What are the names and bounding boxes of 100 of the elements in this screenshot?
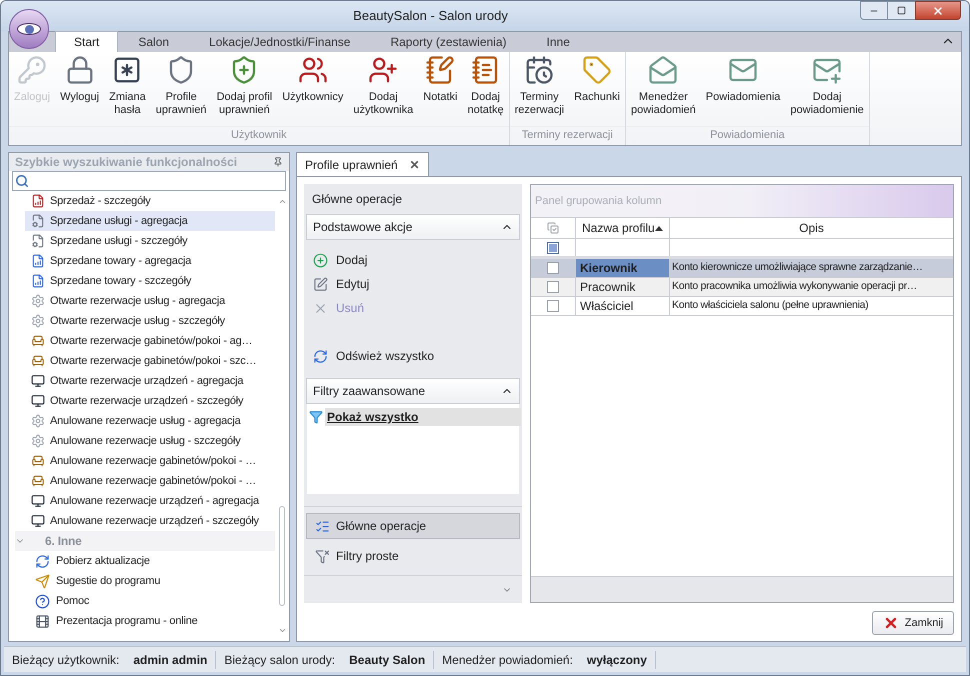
ribbon-tab[interactable]: Inne [526,31,590,52]
tree-item[interactable]: Otwarte rezerwacje gabinetów/pokoi - ag… [25,331,275,351]
ribbon-group-label: Terminy rezerwacji [510,126,625,145]
action-link[interactable]: Edytuj [304,272,522,296]
ribbon-button[interactable]: Dodaj powiadomienie [785,55,869,126]
tree-item[interactable]: Sprzedane usługi - szczegóły [25,231,275,251]
scroll-up-icon[interactable] [278,197,286,206]
ribbon-button[interactable]: Użytkownicy [277,55,348,126]
tree-item[interactable]: Pobierz aktualizacje [25,551,275,571]
ribbon-button[interactable]: Wyloguj [55,55,104,126]
tree-item[interactable]: Otwarte rezerwacje urządzeń - szczegóły [25,391,275,411]
armchair-icon [31,454,45,468]
padlock-icon [64,55,95,85]
scroll-down-icon[interactable] [278,626,286,635]
close-tab-icon[interactable]: ✕ [410,156,420,174]
gear-icon [31,434,45,448]
close-dialog-button[interactable]: Zamknij [872,611,954,635]
action-link[interactable]: Odśwież wszystko [304,344,522,368]
column-header[interactable]: Nazwa profilu [576,218,670,238]
tree-item[interactable]: Sprzedane towary - agregacja [25,251,275,271]
tree-item[interactable]: Sprzedane usługi - agregacja [25,211,275,231]
status-label: Bieżący salon urody: [224,652,336,668]
table-cell: Kierownik [576,259,670,277]
ribbon-button[interactable]: Notatki [418,55,462,126]
panel-title: Szybkie wyszukiwanie funkcjonalności [15,154,238,171]
ribbon-button[interactable]: Menedżer powiadomień [626,55,701,126]
tree-item[interactable]: Anulowane rezerwacje gabinetów/pokoi - … [25,451,275,471]
table-cell: Właściciel [576,297,670,315]
pin-icon[interactable] [273,157,283,167]
key-icon [17,55,48,85]
tree-item[interactable]: Anulowane rezerwacje urządzeń - agregacja [25,491,275,511]
ribbon-button[interactable]: Dodaj użytkownika [348,55,418,126]
ribbon-button[interactable]: Dodaj profil uprawnień [212,55,278,126]
tree-item[interactable]: Sprzedaż - szczegóły [25,191,275,211]
row-checkbox[interactable] [547,262,559,274]
table-cell-text: Konto kierownicze umożliwiające sprawne zarządzanie… [671,260,924,276]
ribbon-tab[interactable]: Lokacje/Jednostki/Finanse [189,31,370,52]
table-row[interactable]: Właściciel Konto właściciela salonu (pełne uprawnienia) [531,297,953,316]
armchair-icon [31,354,45,368]
tree-item[interactable]: Anulowane rezerwacje usług - agregacja [25,411,275,431]
tree-item[interactable]: Otwarte rezerwacje gabinetów/pokoi - szc… [25,351,275,371]
section-header[interactable]: Podstawowe akcje [306,214,520,240]
close-icon [932,4,944,16]
app-logo-icon[interactable] [9,9,49,49]
action-link[interactable]: Dodaj [304,248,522,272]
monitor-icon [31,494,45,508]
maximize-icon [897,6,906,15]
add-icon [313,252,328,268]
table-row[interactable]: Pracownik Konto pracownika umożliwia wykonywanie operacji pr… [531,278,953,297]
chart-document-icon [31,274,45,288]
nav-button[interactable]: Filtry proste [306,543,520,569]
tree-item[interactable]: Anulowane rezerwacje gabinetów/pokoi - … [25,471,275,491]
ribbon-tab[interactable]: Start [55,31,118,52]
ribbon-tab[interactable]: Raporty (zestawienia) [370,31,527,52]
table-cell-text: Konto właściciela salonu (pełne uprawnienia) [671,298,870,314]
row-checkbox[interactable] [547,281,559,293]
status-value: wyłączony [586,652,647,668]
ribbon-button[interactable]: Dodaj notatkę [462,55,509,126]
ribbon-button[interactable]: Rachunki [569,55,625,126]
tree-item[interactable]: Sprzedane towary - szczegóły [25,271,275,291]
ribbon-button[interactable]: Terminy rezerwacji [510,55,570,126]
column-header[interactable]: Opis [670,218,953,238]
status-value: Beauty Salon [349,652,426,668]
ribbon-tab[interactable]: Salon [118,31,190,52]
table-cell: Pracownik [576,278,670,296]
tree-item[interactable]: Anulowane rezerwacje usług - szczegóły [25,431,275,451]
table-row[interactable]: Kierownik Konto kierownicze umożliwiające sprawne zarządzanie… [531,259,953,278]
filter-checkbox[interactable] [547,242,559,254]
ribbon-button[interactable]: Powiadomienia [700,55,786,126]
gear-icon [31,294,45,308]
armchair-icon [31,474,45,488]
tree-item[interactable]: Prezentacja programu - online [25,611,275,631]
funnel-icon [309,410,323,424]
tree-item[interactable]: Anulowane rezerwacje urządzeń - szczegóły [25,511,275,531]
search-field[interactable] [12,171,286,191]
armchair-icon [31,334,45,348]
tree-item[interactable]: Sugestie do programu [25,571,275,591]
tree-item[interactable]: Otwarte rezerwacje usług - agregacja [25,291,275,311]
status-value: admin admin [133,652,208,668]
monitor-icon [31,514,45,528]
tree-item[interactable]: Pomoc [25,591,275,611]
tree-item[interactable]: Otwarte rezerwacje urządzeń - agregacja [25,371,275,391]
ribbon-button[interactable]: Profile uprawnień [150,55,212,126]
tree-item[interactable]: Otwarte rezerwacje usług - szczegóły [25,311,275,331]
nav-button[interactable]: Główne operacje [306,513,520,539]
row-checkbox[interactable] [547,300,559,312]
monitor-icon [31,374,45,388]
report-icon [31,194,45,208]
document-tab[interactable]: Profile uprawnień ✕ [296,152,429,176]
maximize-button[interactable] [888,1,915,20]
ribbon-button[interactable]: Zmiana hasła [104,55,151,126]
section-header[interactable]: Filtry zaawansowane [306,378,520,404]
chart-document-icon [31,254,45,268]
operations-title: Główne operacje [311,191,404,208]
close-button[interactable] [915,1,961,20]
users-icon [298,55,328,85]
select-all-icon[interactable] [547,222,559,234]
gear-document-icon [31,214,45,228]
table-cell-text: Konto pracownika umożliwia wykonywanie operacji pr… [671,279,918,294]
film-icon [35,614,50,628]
